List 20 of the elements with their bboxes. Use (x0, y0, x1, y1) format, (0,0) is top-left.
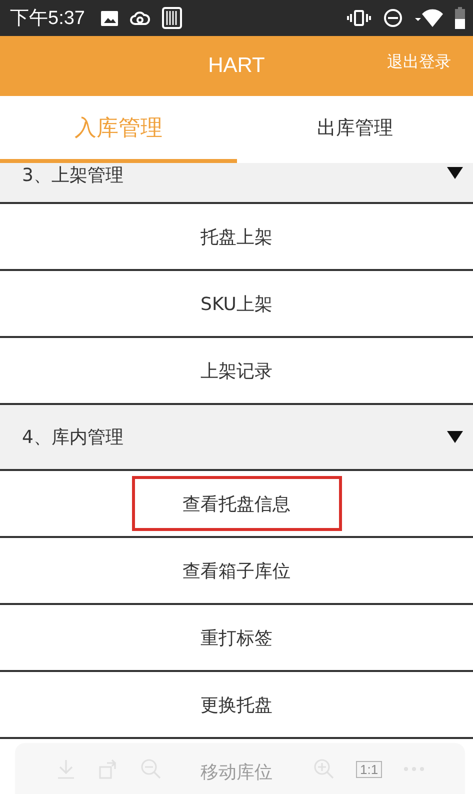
vibrate-icon (347, 9, 371, 27)
do-not-disturb-icon (383, 8, 403, 28)
wifi-icon (415, 9, 443, 27)
section-title: 4、库内管理 (22, 426, 124, 449)
section-header[interactable]: 3、上架管理 (0, 163, 473, 204)
app-title: HART (208, 54, 265, 78)
menu-item[interactable]: 上架记录 (200, 358, 272, 382)
image-icon (100, 10, 118, 26)
status-time: 下午5:37 (10, 7, 85, 31)
menu-item[interactable]: 查看箱子库位 (182, 558, 290, 582)
cloud-icon (130, 11, 150, 25)
menu-item[interactable]: 查看托盘信息 (132, 476, 342, 531)
section-title: 3、上架管理 (22, 164, 124, 187)
section-header[interactable]: 4、库内管理 (0, 405, 473, 471)
barcode-icon (162, 7, 182, 29)
menu-item[interactable]: 托盘上架 (200, 224, 272, 248)
menu-item[interactable]: 更换托盘 (200, 692, 272, 716)
menu-item[interactable]: SKU上架 (200, 292, 272, 316)
battery-icon (455, 7, 465, 29)
menu-item[interactable]: 重打标签 (200, 626, 272, 650)
